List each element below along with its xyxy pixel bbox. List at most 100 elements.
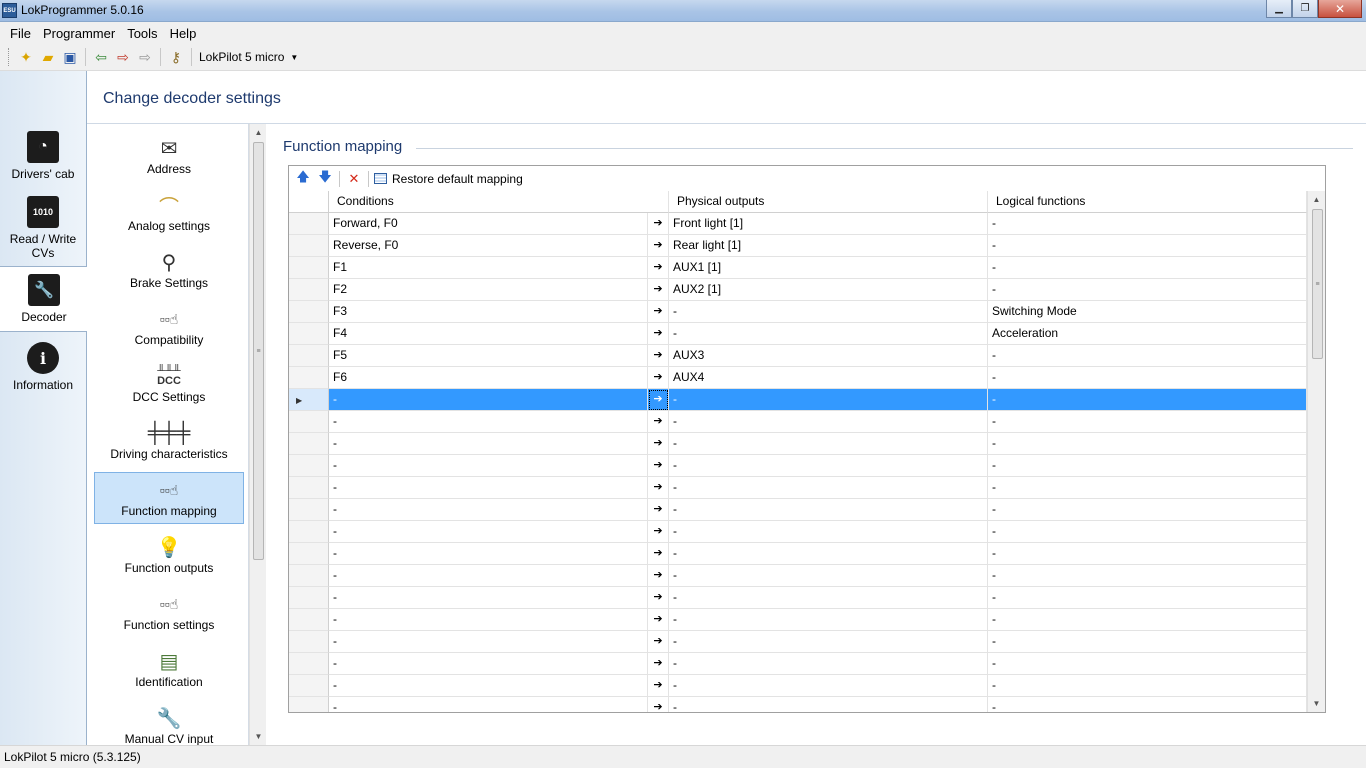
table-row[interactable]: Reverse, F0 ➔ Rear light [1] - [289,235,1307,257]
physical-output-cell[interactable]: - [669,543,988,565]
physical-output-cell[interactable]: - [669,521,988,543]
scroll-down-icon[interactable]: ▼ [1308,695,1325,712]
physical-output-cell[interactable]: Front light [1] [669,213,988,235]
row-header[interactable] [289,213,329,235]
conditions-cell[interactable]: - [329,565,648,587]
nav-drivers-cab[interactable]: ◔ Drivers' cab [0,131,86,181]
table-row[interactable]: - ➔ - - [289,587,1307,609]
conditions-cell[interactable]: F5 [329,345,648,367]
scroll-down-icon[interactable]: ▼ [250,728,267,745]
logical-function-cell[interactable]: - [988,609,1307,631]
physical-output-cell[interactable]: AUX2 [1] [669,279,988,301]
row-header[interactable] [289,697,329,712]
decoder-type-select[interactable]: LokPilot 5 micro ▼ [196,50,304,64]
table-row[interactable]: - ➔ - - [289,565,1307,587]
table-row[interactable]: - ➔ - - [289,543,1307,565]
physical-output-cell[interactable]: - [669,697,988,712]
physical-output-cell[interactable]: AUX3 [669,345,988,367]
conditions-cell[interactable]: - [329,631,648,653]
category-function-outputs[interactable]: 💡 Function outputs [94,533,244,576]
restore-default-mapping-button[interactable]: Restore default mapping [372,172,523,186]
row-header[interactable] [289,499,329,521]
arrow-right-icon[interactable]: ➔ [648,411,669,433]
table-row[interactable]: - ➔ - - [289,477,1307,499]
physical-output-cell[interactable]: - [669,455,988,477]
conditions-cell[interactable]: Reverse, F0 [329,235,648,257]
menu-help[interactable]: Help [164,26,203,41]
write-decoder-icon[interactable]: ⇨ [112,46,134,68]
new-file-icon[interactable]: ✦ [15,46,37,68]
row-header[interactable] [289,521,329,543]
category-analog-settings[interactable]: ⌒ Analog settings [94,191,244,234]
arrow-right-icon[interactable]: ➔ [648,323,669,345]
table-row[interactable]: ▶ - ➔ - - [289,389,1307,411]
table-row[interactable]: - ➔ - - [289,499,1307,521]
row-header[interactable] [289,543,329,565]
menu-tools[interactable]: Tools [121,26,163,41]
physical-output-cell[interactable]: - [669,477,988,499]
arrow-right-icon[interactable]: ➔ [648,257,669,279]
nav-decoder[interactable]: 🔧 Decoder [0,266,88,332]
category-scrollbar[interactable]: ▲ ≡ ▼ [249,124,266,745]
conditions-cell[interactable]: - [329,389,648,411]
column-header-physical-outputs[interactable]: Physical outputs [669,191,988,213]
close-button[interactable]: ✕ [1318,0,1362,18]
arrow-right-icon[interactable]: ➔ [648,499,669,521]
row-header[interactable] [289,257,329,279]
table-row[interactable]: - ➔ - - [289,521,1307,543]
row-header[interactable] [289,675,329,697]
logical-function-cell[interactable]: - [988,653,1307,675]
open-folder-icon[interactable]: ▰ [37,46,59,68]
physical-output-cell[interactable]: AUX4 [669,367,988,389]
conditions-cell[interactable]: - [329,653,648,675]
arrow-right-icon[interactable]: ➔ [648,609,669,631]
table-row[interactable]: - ➔ - - [289,631,1307,653]
arrow-right-icon[interactable]: ➔ [648,653,669,675]
conditions-cell[interactable]: - [329,543,648,565]
row-header[interactable]: ▶ [289,389,329,411]
conditions-cell[interactable]: Forward, F0 [329,213,648,235]
category-dcc-settings[interactable]: ╨╨╨ DCC DCC Settings [94,362,244,405]
table-row[interactable]: - ➔ - - [289,411,1307,433]
arrow-right-icon[interactable]: ➔ [648,213,669,235]
conditions-cell[interactable]: F3 [329,301,648,323]
logical-function-cell[interactable]: - [988,697,1307,712]
row-header[interactable] [289,345,329,367]
table-row[interactable]: - ➔ - - [289,653,1307,675]
row-header[interactable] [289,323,329,345]
physical-output-cell[interactable]: - [669,411,988,433]
table-row[interactable]: - ➔ - - [289,675,1307,697]
arrow-right-icon[interactable]: ➔ [648,367,669,389]
physical-output-cell[interactable]: - [669,323,988,345]
conditions-cell[interactable]: - [329,411,648,433]
arrow-right-icon[interactable]: ➔ [648,631,669,653]
nav-read-write-cvs[interactable]: 1010 Read / Write CVs [0,196,86,260]
nav-information[interactable]: i Information [0,342,86,392]
table-row[interactable]: - ➔ - - [289,455,1307,477]
arrow-right-icon[interactable]: ➔ [648,455,669,477]
physical-output-cell[interactable]: Rear light [1] [669,235,988,257]
logical-function-cell[interactable]: - [988,521,1307,543]
minimize-button[interactable]: ▁ [1266,0,1292,18]
arrow-right-icon[interactable]: ➔ [648,389,669,411]
category-manual-cv-input[interactable]: 🔧 Manual CV input [94,704,244,746]
conditions-cell[interactable]: F4 [329,323,648,345]
physical-output-cell[interactable]: - [669,389,988,411]
arrow-right-icon[interactable]: ➔ [648,301,669,323]
arrow-right-icon[interactable]: ➔ [648,433,669,455]
conditions-cell[interactable]: - [329,477,648,499]
conditions-cell[interactable]: - [329,521,648,543]
table-row[interactable]: F1 ➔ AUX1 [1] - [289,257,1307,279]
physical-output-cell[interactable]: AUX1 [1] [669,257,988,279]
scroll-up-icon[interactable]: ▲ [250,124,267,141]
table-row[interactable]: F5 ➔ AUX3- [289,345,1307,367]
logical-function-cell[interactable]: - [988,213,1307,235]
move-up-icon[interactable]: 🡅 [292,169,314,189]
table-row[interactable]: F3 ➔ - Switching Mode [289,301,1307,323]
logical-function-cell[interactable]: - [988,389,1307,411]
conditions-cell[interactable]: - [329,499,648,521]
logical-function-cell[interactable]: - [988,235,1307,257]
table-row[interactable]: F6 ➔ AUX4- [289,367,1307,389]
category-brake-settings[interactable]: ⚲ Brake Settings [94,248,244,291]
logical-function-cell[interactable]: - [988,411,1307,433]
